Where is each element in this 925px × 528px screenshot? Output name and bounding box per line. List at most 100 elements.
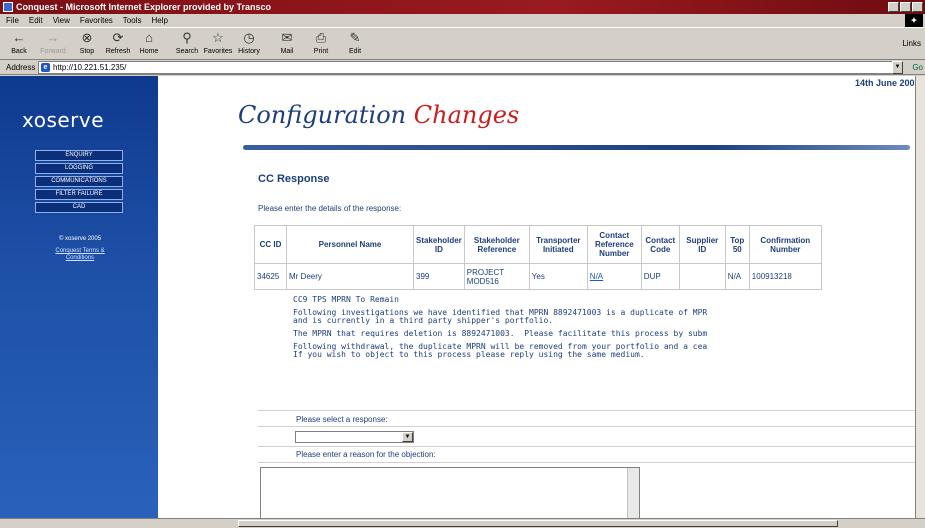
section-heading: CC Response — [258, 173, 330, 185]
col-header: Transporter Initiated — [528, 225, 588, 264]
divider — [258, 410, 915, 411]
title-underline — [243, 145, 910, 150]
history-icon: ◷ — [243, 30, 255, 45]
menu-view[interactable]: View — [53, 14, 70, 27]
ie-app-icon — [3, 2, 13, 12]
vertical-scrollbar[interactable] — [915, 76, 925, 520]
divider — [258, 426, 915, 427]
menu-tools[interactable]: Tools — [123, 14, 142, 27]
maximize-button[interactable] — [900, 2, 911, 12]
table-cell: DUP — [640, 263, 680, 290]
table-cell: PROJECT MOD516 — [463, 263, 530, 290]
table-row: 34625 Mr Deery 399 PROJECT MOD516 Yes N/… — [254, 263, 822, 290]
stop-button[interactable]: ⊗ Stop — [72, 30, 102, 56]
horizontal-scrollbar[interactable] — [0, 518, 925, 528]
col-header: Contact Reference Number — [586, 225, 642, 264]
print-button[interactable]: ⎙ Print — [306, 30, 336, 56]
nav-logging[interactable]: LOGGING — [35, 163, 123, 174]
window-title: Conquest - Microsoft Internet Explorer p… — [16, 2, 272, 12]
col-header: Stakeholder Reference — [463, 225, 530, 264]
forward-arrow-icon: → — [46, 30, 60, 45]
history-button[interactable]: ◷ History — [234, 30, 264, 56]
date-label: 14th June 2005 — [855, 78, 920, 88]
refresh-button[interactable]: ⟳ Refresh — [103, 30, 133, 56]
address-input[interactable]: e http://10.221.51.235/ — [38, 61, 894, 74]
contact-reference-link[interactable]: N/A — [590, 272, 603, 281]
search-button[interactable]: ⚲ Search — [172, 30, 202, 56]
back-arrow-icon: ← — [12, 30, 26, 45]
edit-button[interactable]: ✎ Edit — [340, 30, 370, 56]
links-label[interactable]: Links — [902, 39, 921, 48]
title-configuration: Configuration — [238, 101, 407, 129]
table-cell: Yes — [528, 263, 588, 290]
reason-textarea[interactable] — [260, 467, 640, 520]
menu-edit[interactable]: Edit — [29, 14, 43, 27]
table-cell: 100913218 — [748, 263, 822, 290]
cc-response-table: CC ID Personnel Name Stakeholder ID Stak… — [254, 225, 822, 290]
refresh-icon: ⟳ — [112, 30, 124, 45]
close-button[interactable] — [912, 2, 923, 12]
table-cell: 399 — [413, 263, 465, 290]
minimize-button[interactable] — [888, 2, 899, 12]
nav-communications[interactable]: COMMUNICATIONS — [35, 176, 123, 187]
back-button[interactable]: ← Back — [4, 30, 34, 56]
divider — [258, 462, 915, 463]
nav-enquiry[interactable]: ENQUIRY — [35, 150, 123, 161]
col-header: CC ID — [254, 225, 287, 264]
nav-cad[interactable]: CAD — [35, 202, 123, 213]
favorites-button[interactable]: ☆ Favorites — [203, 30, 233, 56]
col-header: Confirmation Number — [748, 225, 822, 264]
col-header: Supplier ID — [678, 225, 726, 264]
reason-label: Please enter a reason for the objection: — [296, 450, 436, 459]
xoserve-logo: xoserve — [22, 108, 105, 132]
table-cell: N/A — [586, 263, 642, 290]
col-header: Personnel Name — [286, 225, 414, 264]
menu-bar: File Edit View Favorites Tools Help ✦ — [0, 14, 925, 27]
response-select[interactable]: ▼ — [295, 431, 414, 443]
nav-filter-failure[interactable]: FILTER FAILURE — [35, 189, 123, 200]
table-cell — [678, 263, 726, 290]
col-header: Stakeholder ID — [413, 225, 465, 264]
message-line: The MPRN that requires deletion is 88924… — [293, 329, 708, 338]
textarea-scrollbar[interactable] — [627, 468, 639, 520]
address-bar: Address e http://10.221.51.235/ ▼ Go — [0, 60, 925, 75]
home-button[interactable]: ⌂ Home — [134, 30, 164, 56]
col-header: Contact Code — [640, 225, 680, 264]
message-body: CC9 TPS MPRN To Remain Following investi… — [293, 296, 925, 364]
window-title-bar: Conquest - Microsoft Internet Explorer p… — [0, 0, 925, 14]
scrollbar-thumb[interactable] — [238, 520, 838, 527]
instruction-text: Please enter the details of the response… — [258, 204, 402, 213]
ie-page-icon: e — [41, 63, 50, 72]
chevron-down-icon[interactable]: ▼ — [402, 432, 413, 442]
stop-icon: ⊗ — [81, 30, 93, 45]
edit-page-icon: ✎ — [349, 30, 361, 45]
forward-button[interactable]: → Forward — [38, 30, 68, 56]
address-label: Address — [6, 63, 36, 72]
select-response-label: Please select a response: — [296, 415, 388, 424]
print-icon: ⎙ — [315, 30, 327, 45]
message-line: and is currently in a third party shippe… — [293, 316, 554, 325]
windows-logo-icon: ✦ — [905, 14, 923, 27]
address-url: http://10.221.51.235/ — [53, 63, 127, 72]
table-cell: Mr Deery — [286, 263, 414, 290]
col-header: Top 50 — [724, 225, 750, 264]
divider — [258, 446, 915, 447]
message-subject: CC9 TPS MPRN To Remain — [293, 295, 399, 304]
page-content: xoserve ENQUIRY LOGGING COMMUNICATIONS F… — [0, 76, 925, 520]
menu-help[interactable]: Help — [151, 14, 167, 27]
terms-link[interactable]: Conquest Terms & Conditions — [42, 248, 118, 262]
mail-icon: ✉ — [281, 30, 293, 45]
table-header-row: CC ID Personnel Name Stakeholder ID Stak… — [254, 225, 822, 264]
home-icon: ⌂ — [145, 30, 153, 45]
message-line: If you wish to object to this process pl… — [293, 350, 645, 359]
address-dropdown-button[interactable]: ▼ — [892, 61, 903, 74]
mail-button[interactable]: ✉ Mail — [272, 30, 302, 56]
menu-favorites[interactable]: Favorites — [80, 14, 113, 27]
page-title: Configuration Changes — [238, 101, 519, 129]
standard-toolbar: ← Back → Forward ⊗ Stop ⟳ Refresh ⌂ Home ⚲ Sea… — [0, 27, 925, 60]
table-cell: N/A — [724, 263, 750, 290]
menu-file[interactable]: File — [6, 14, 19, 27]
table-cell: 34625 — [254, 263, 287, 290]
sidebar: xoserve ENQUIRY LOGGING COMMUNICATIONS F… — [0, 76, 158, 520]
go-button[interactable]: Go — [912, 63, 923, 72]
